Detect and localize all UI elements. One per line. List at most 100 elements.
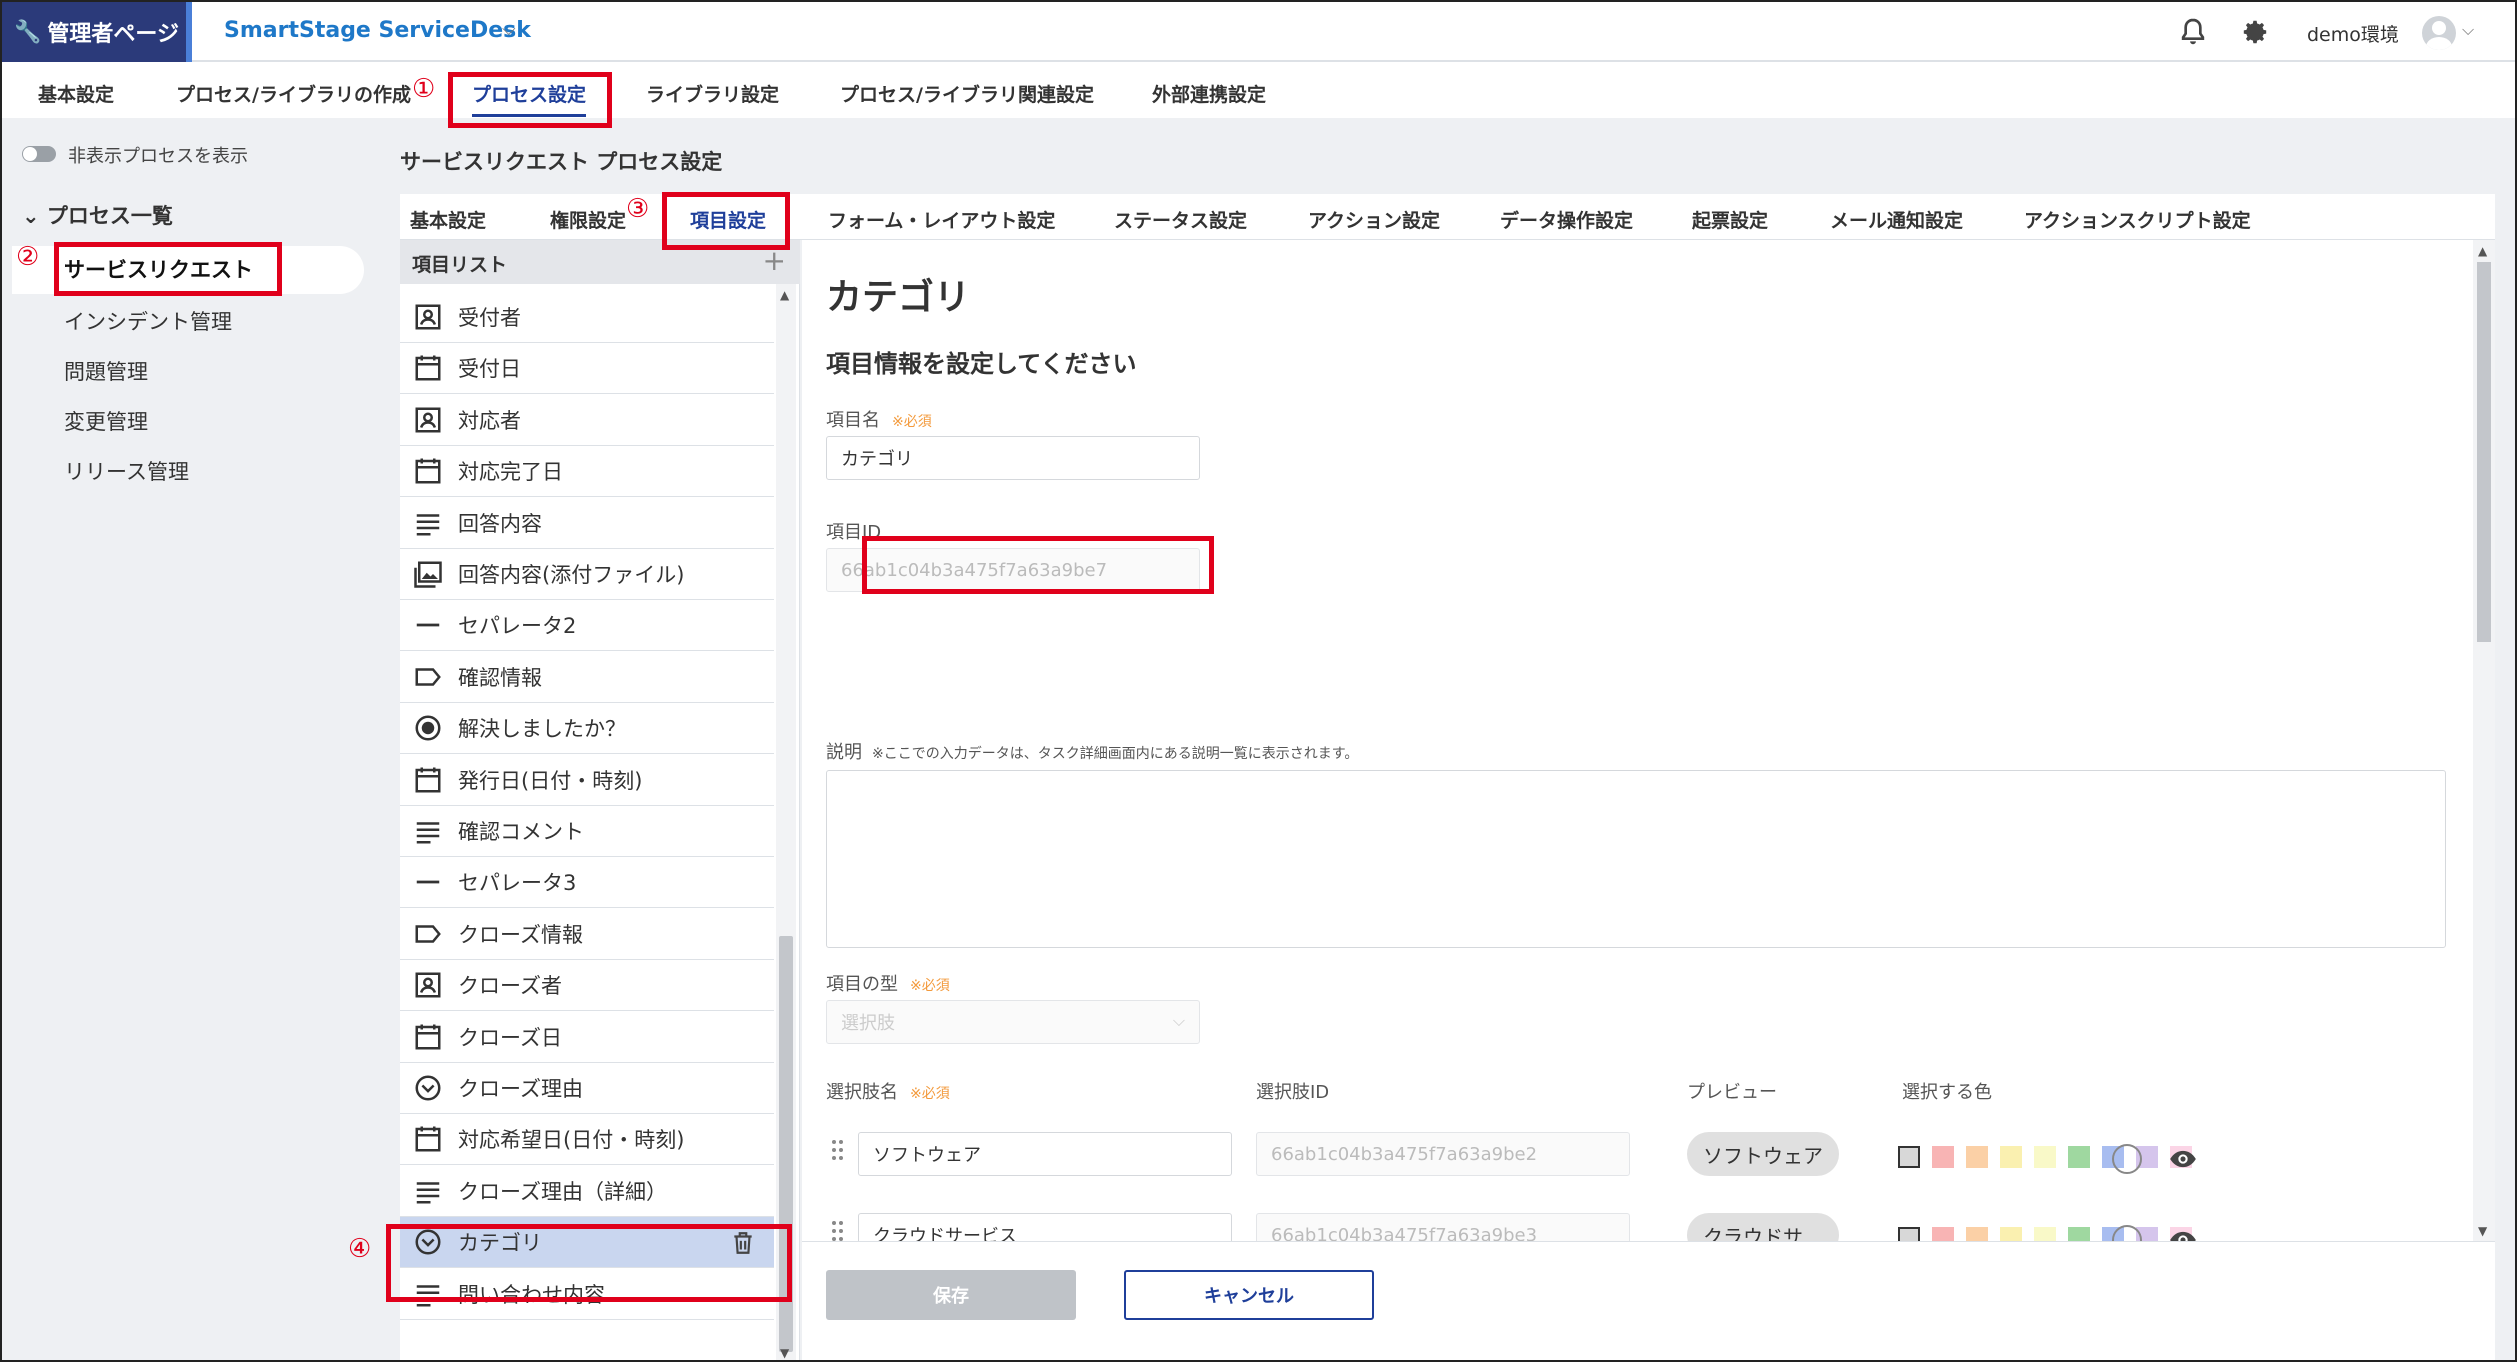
eye-icon[interactable] <box>2167 1145 2199 1173</box>
page-title: サービスリクエスト プロセス設定 <box>400 150 723 174</box>
main-tab-basic-settings[interactable]: 基本設定 <box>38 80 114 107</box>
color-swatch[interactable] <box>1932 1227 1954 1241</box>
item-list-row[interactable]: 解決しましたか？ <box>400 703 774 754</box>
color-swatch[interactable] <box>2000 1227 2022 1241</box>
annotation-box-item-settings <box>662 192 790 250</box>
main-tab-create-process-library[interactable]: プロセス/ライブラリの作成 <box>176 80 411 107</box>
item-name-input[interactable]: カテゴリ <box>826 436 1200 480</box>
item-list-row[interactable]: 確認情報 <box>400 652 774 703</box>
item-list-row[interactable]: 回答内容(添付ファイル) <box>400 549 774 600</box>
show-hidden-process-toggle[interactable] <box>22 146 56 162</box>
sidebar-item-incident[interactable]: インシデント管理 <box>64 306 232 336</box>
item-list-row[interactable]: 対応希望日(日付・時刻) <box>400 1114 774 1165</box>
tab-permissions[interactable]: 権限設定 <box>550 206 626 233</box>
save-button[interactable]: 保存 <box>826 1270 1076 1320</box>
eye-icon[interactable] <box>2167 1226 2199 1241</box>
annotation-box-category-item <box>386 1224 792 1302</box>
calendar-icon <box>412 1021 444 1053</box>
item-list-row[interactable]: 対応完了日 <box>400 446 774 497</box>
scroll-up-icon[interactable]: ▲ <box>780 288 789 302</box>
item-list-label: クローズ情報 <box>458 923 583 947</box>
sidebar-item-release[interactable]: リリース管理 <box>64 456 189 486</box>
scroll-down-icon[interactable]: ▼ <box>780 1346 789 1360</box>
text-lines-icon <box>412 507 444 539</box>
environment-label[interactable]: demo環境 <box>2307 20 2399 47</box>
detail-scrollbar[interactable]: ▲ ▼ <box>2473 240 2495 1241</box>
tab-ticket-creation[interactable]: 起票設定 <box>1692 206 1768 233</box>
calendar-icon <box>412 455 444 487</box>
admin-page-badge[interactable]: 🔧 管理者ページ <box>2 2 192 62</box>
main-tab-library-settings[interactable]: ライブラリ設定 <box>646 80 779 107</box>
color-swatch[interactable] <box>2034 1146 2056 1168</box>
item-list-row[interactable]: 対応者 <box>400 395 774 446</box>
app-window: 🔧 管理者ページ SmartStage ServiceDesk ⌵ demo環境… <box>0 0 2517 1362</box>
tab-form-layout[interactable]: フォーム・レイアウト設定 <box>828 206 1055 233</box>
sidebar-item-problem[interactable]: 問題管理 <box>64 356 148 386</box>
tab-basic[interactable]: 基本設定 <box>410 206 486 233</box>
item-list-label: 確認情報 <box>458 666 542 690</box>
chevron-down-icon: ⌄ <box>22 204 40 228</box>
color-swatch[interactable] <box>1966 1227 1988 1241</box>
process-list-header[interactable]: ⌄ プロセス一覧 <box>22 200 173 230</box>
scroll-up-icon[interactable]: ▲ <box>2478 244 2487 258</box>
item-list-row[interactable]: 受付者 <box>400 292 774 343</box>
tab-status[interactable]: ステータス設定 <box>1114 206 1247 233</box>
item-list-row[interactable]: セパレータ2 <box>400 600 774 651</box>
color-swatch[interactable] <box>1898 1227 1920 1241</box>
main-tab-external-integration[interactable]: 外部連携設定 <box>1152 80 1266 107</box>
item-list-row[interactable]: 発行日(日付・時刻) <box>400 755 774 806</box>
chevron-down-icon[interactable]: ⌵ <box>502 19 516 40</box>
item-list-row[interactable]: クローズ理由 <box>400 1063 774 1114</box>
sidebar-item-change[interactable]: 変更管理 <box>64 406 148 436</box>
option-name-input[interactable]: ソフトウェア <box>858 1132 1232 1176</box>
main-tab-process-library-relations[interactable]: プロセス/ライブラリ関連設定 <box>840 80 1094 107</box>
option-name-header: 選択肢名 ※必須 <box>826 1082 950 1103</box>
item-list-row[interactable]: 受付日 <box>400 343 774 394</box>
color-swatch[interactable] <box>2000 1146 2022 1168</box>
tab-action-script[interactable]: アクションスクリプト設定 <box>2024 206 2251 233</box>
label-tag-icon <box>412 661 444 693</box>
wrench-icon: 🔧 <box>14 19 42 45</box>
option-preview-badge: ソフトウェア <box>1687 1132 1839 1176</box>
tab-actions[interactable]: アクション設定 <box>1308 206 1440 233</box>
color-swatch[interactable] <box>1898 1146 1920 1168</box>
item-list-label: 受付日 <box>458 357 521 381</box>
scroll-down-icon[interactable]: ▼ <box>2478 1224 2487 1238</box>
item-type-label: 項目の型 ※必須 <box>826 974 950 995</box>
color-swatch[interactable] <box>2068 1146 2090 1168</box>
color-swatch[interactable] <box>2034 1227 2056 1241</box>
gear-icon[interactable] <box>2239 16 2271 48</box>
default-radio-icon[interactable] <box>2112 1144 2142 1174</box>
item-list-row[interactable]: クローズ情報 <box>400 909 774 960</box>
color-swatch[interactable] <box>1932 1146 1954 1168</box>
cancel-button[interactable]: キャンセル <box>1124 1270 1374 1320</box>
bell-icon[interactable] <box>2177 16 2209 48</box>
color-header: 選択する色 <box>1902 1082 1992 1103</box>
item-list-row[interactable]: クローズ者 <box>400 960 774 1011</box>
color-swatch[interactable] <box>2068 1227 2090 1241</box>
item-list-row[interactable]: クローズ理由（詳細） <box>400 1166 774 1217</box>
item-list-label: セパレータ3 <box>458 871 577 895</box>
scrollbar-thumb[interactable] <box>2477 262 2491 642</box>
drag-handle-icon[interactable] <box>832 1140 846 1162</box>
color-swatch[interactable] <box>1966 1146 1988 1168</box>
avatar[interactable] <box>2422 16 2456 50</box>
drag-handle-icon[interactable] <box>832 1221 846 1241</box>
person-card-icon <box>412 969 444 1001</box>
app-name[interactable]: SmartStage ServiceDesk <box>224 18 531 43</box>
item-list-label: 対応希望日(日付・時刻) <box>458 1128 685 1152</box>
item-list-label: 回答内容(添付ファイル) <box>458 563 685 587</box>
item-list-row[interactable]: 確認コメント <box>400 806 774 857</box>
chevron-down-icon[interactable]: ⌵ <box>2462 20 2474 40</box>
person-card-icon <box>412 404 444 436</box>
item-list-row[interactable]: 回答内容 <box>400 498 774 549</box>
option-name-input[interactable]: クラウドサービス <box>858 1213 1232 1241</box>
item-list-row[interactable]: セパレータ3 <box>400 857 774 908</box>
item-list-label: 発行日(日付・時刻) <box>458 769 643 793</box>
item-list-scrollbar[interactable]: ▲ ▼ <box>776 284 796 1360</box>
tab-data-operations[interactable]: データ操作設定 <box>1500 206 1633 233</box>
tab-mail-notification[interactable]: メール通知設定 <box>1830 206 1963 233</box>
item-list-row[interactable]: クローズ日 <box>400 1012 774 1063</box>
label-tag-icon <box>412 918 444 950</box>
description-textarea[interactable] <box>826 770 2446 948</box>
